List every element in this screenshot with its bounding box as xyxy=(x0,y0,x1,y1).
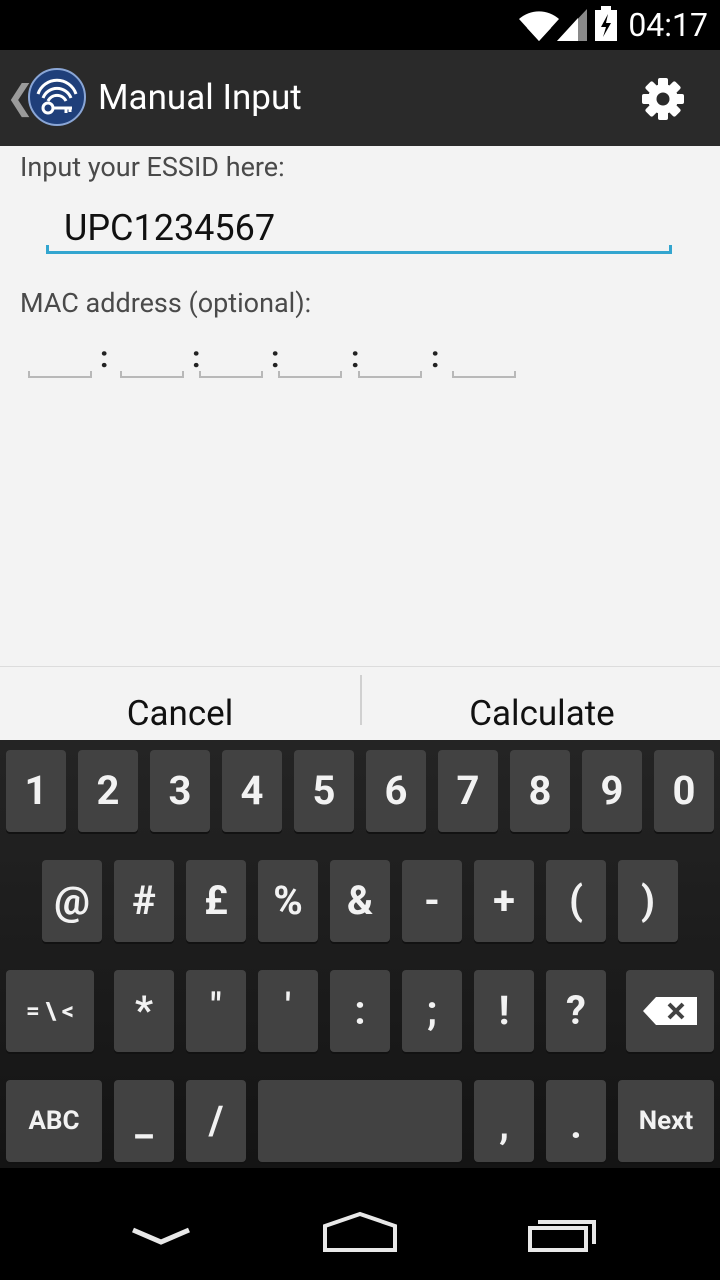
key-next[interactable]: Next xyxy=(618,1080,714,1162)
mac-field-5[interactable] xyxy=(358,342,422,378)
settings-gear-icon[interactable] xyxy=(636,72,690,126)
key-pound[interactable]: £ xyxy=(186,860,246,942)
key-abc[interactable]: ABC xyxy=(6,1080,102,1162)
key-8[interactable]: 8 xyxy=(510,750,570,832)
soft-keyboard: 1 2 3 4 5 6 7 8 9 0 @ # £ % & - + ( ) = … xyxy=(0,740,720,1168)
mac-field-2[interactable] xyxy=(120,342,184,378)
mac-field-4[interactable] xyxy=(278,342,342,378)
key-hash[interactable]: # xyxy=(114,860,174,942)
key-3[interactable]: 3 xyxy=(150,750,210,832)
key-apostrophe[interactable]: ' xyxy=(258,970,318,1052)
key-space[interactable] xyxy=(258,1080,462,1162)
mac-label: MAC address (optional): xyxy=(20,287,312,319)
key-open-paren[interactable]: ( xyxy=(546,860,606,942)
key-1[interactable]: 1 xyxy=(6,750,66,832)
key-more-symbols[interactable]: = \ < xyxy=(6,970,94,1052)
home-icon[interactable] xyxy=(300,1168,420,1280)
signal-icon xyxy=(557,9,587,41)
key-minus[interactable]: - xyxy=(402,860,462,942)
key-6[interactable]: 6 xyxy=(366,750,426,832)
key-double-quote[interactable]: " xyxy=(186,970,246,1052)
key-4[interactable]: 4 xyxy=(222,750,282,832)
key-5[interactable]: 5 xyxy=(294,750,354,832)
key-7[interactable]: 7 xyxy=(438,750,498,832)
key-delete[interactable] xyxy=(626,970,714,1052)
battery-charging-icon xyxy=(595,6,617,41)
key-9[interactable]: 9 xyxy=(582,750,642,832)
key-underscore[interactable]: _ xyxy=(114,1080,174,1162)
key-question[interactable]: ? xyxy=(546,970,606,1052)
action-bar: ❮ Manual Input xyxy=(0,50,720,146)
key-at[interactable]: @ xyxy=(42,860,102,942)
manual-input-form: Input your ESSID here: UPC1234567 MAC ad… xyxy=(0,146,720,740)
mac-field-1[interactable] xyxy=(28,342,92,378)
essid-input[interactable]: UPC1234567 xyxy=(46,202,672,254)
mac-field-6[interactable] xyxy=(452,342,516,378)
key-0[interactable]: 0 xyxy=(654,750,714,832)
navigation-bar xyxy=(0,1168,720,1280)
key-colon[interactable]: : xyxy=(330,970,390,1052)
key-percent[interactable]: % xyxy=(258,860,318,942)
dialog-button-bar: Cancel Calculate xyxy=(0,666,720,741)
key-plus[interactable]: + xyxy=(474,860,534,942)
key-slash[interactable]: / xyxy=(186,1080,246,1162)
key-comma[interactable]: , xyxy=(474,1080,534,1162)
mac-separator: : xyxy=(100,340,109,375)
cancel-button[interactable]: Cancel xyxy=(0,667,360,741)
status-bar: 04:17 xyxy=(0,0,720,50)
key-ampersand[interactable]: & xyxy=(330,860,390,942)
status-clock: 04:17 xyxy=(628,6,708,44)
mac-field-3[interactable] xyxy=(199,342,263,378)
essid-value: UPC1234567 xyxy=(64,207,276,249)
calculate-button[interactable]: Calculate xyxy=(362,667,720,741)
mac-separator: : xyxy=(431,340,440,375)
recents-icon[interactable] xyxy=(502,1168,622,1280)
key-2[interactable]: 2 xyxy=(78,750,138,832)
app-logo-icon[interactable] xyxy=(28,68,86,126)
key-asterisk[interactable]: * xyxy=(114,970,174,1052)
backspace-icon xyxy=(643,997,697,1025)
key-exclamation[interactable]: ! xyxy=(474,970,534,1052)
key-close-paren[interactable]: ) xyxy=(618,860,678,942)
key-period[interactable]: . xyxy=(546,1080,606,1162)
wifi-icon xyxy=(519,11,559,42)
back-chevron-icon[interactable] xyxy=(101,1168,221,1280)
key-semicolon[interactable]: ; xyxy=(402,970,462,1052)
essid-label: Input your ESSID here: xyxy=(20,151,285,183)
page-title: Manual Input xyxy=(98,77,302,118)
